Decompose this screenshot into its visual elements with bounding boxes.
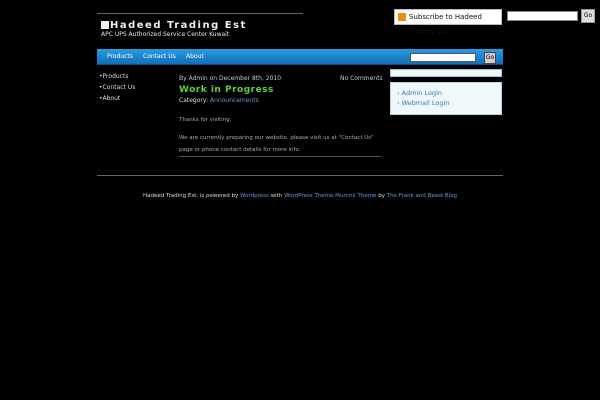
top-search-input[interactable] [507,11,578,21]
nav-item-about[interactable]: About [186,49,204,65]
footer: Hadeed Trading Est. is powered by Wordpr… [0,193,600,199]
left-nav: •Products •Contact Us •About [99,71,135,104]
post-body-line-2: We are currently preparing our website, … [179,135,374,153]
site-title[interactable]: Hadeed Trading Est [101,20,247,31]
subscribe-button[interactable]: Subscribe to Hadeed Trading Est [394,9,502,35]
rss-icon [398,13,406,21]
leftnav-item-contact-us[interactable]: •Contact Us [99,82,135,93]
footer-theme-link[interactable]: WordPress Theme Mumrik Theme [284,193,376,199]
site-title-text: Hadeed Trading Est [110,20,247,31]
footer-author-link[interactable]: The Frank and Beast Blog [387,193,457,199]
post-body: Thanks for visiting. We are currently pr… [179,114,379,156]
sidebar-item-admin-login[interactable]: › Admin Login [391,88,501,98]
footer-text-1: is powered by [199,193,239,199]
footer-text-3: by [378,193,385,199]
nav-search-go-button[interactable]: Go [484,52,496,64]
footer-divider [97,175,503,176]
post-category-label: Category: [179,97,208,104]
leftnav-item-about[interactable]: •About [99,93,135,104]
footer-text-2: with [270,193,283,199]
post-divider [179,156,381,157]
site-tagline: APC UPS Authorized Service Center Kuwait [101,31,230,38]
sidebar-header-box [390,69,502,77]
main-nav: Products Contact Us About Go [97,49,503,65]
footer-site-link[interactable]: Hadeed Trading Est. [143,193,198,199]
post-title[interactable]: Work in Progress [179,85,274,95]
nav-item-products[interactable]: Products [107,49,133,65]
logo-block [101,21,109,29]
post-comments-link[interactable]: No Comments [340,75,383,82]
subscribe-label: Subscribe to Hadeed Trading Est [409,13,482,35]
top-search-go-button[interactable]: Go [581,9,595,23]
nav-search-input[interactable] [410,53,476,62]
post-category-link[interactable]: Announcements [210,97,259,104]
top-bar: Subscribe to Hadeed Trading Est Go [0,5,600,35]
post-meta: By Admin on December 8th, 2010 [179,75,282,82]
leftnav-item-products[interactable]: •Products [99,71,135,82]
footer-wordpress-link[interactable]: Wordpress [240,193,269,199]
top-rule [97,13,303,14]
post-category: Category: Announcements [179,97,259,104]
post-body-line-1: Thanks for visiting. [179,117,232,123]
nav-item-contact-us[interactable]: Contact Us [143,49,176,65]
sidebar-links-box: › Admin Login › Webmail Login [390,82,502,115]
sidebar-item-webmail-login[interactable]: › Webmail Login [391,98,501,108]
